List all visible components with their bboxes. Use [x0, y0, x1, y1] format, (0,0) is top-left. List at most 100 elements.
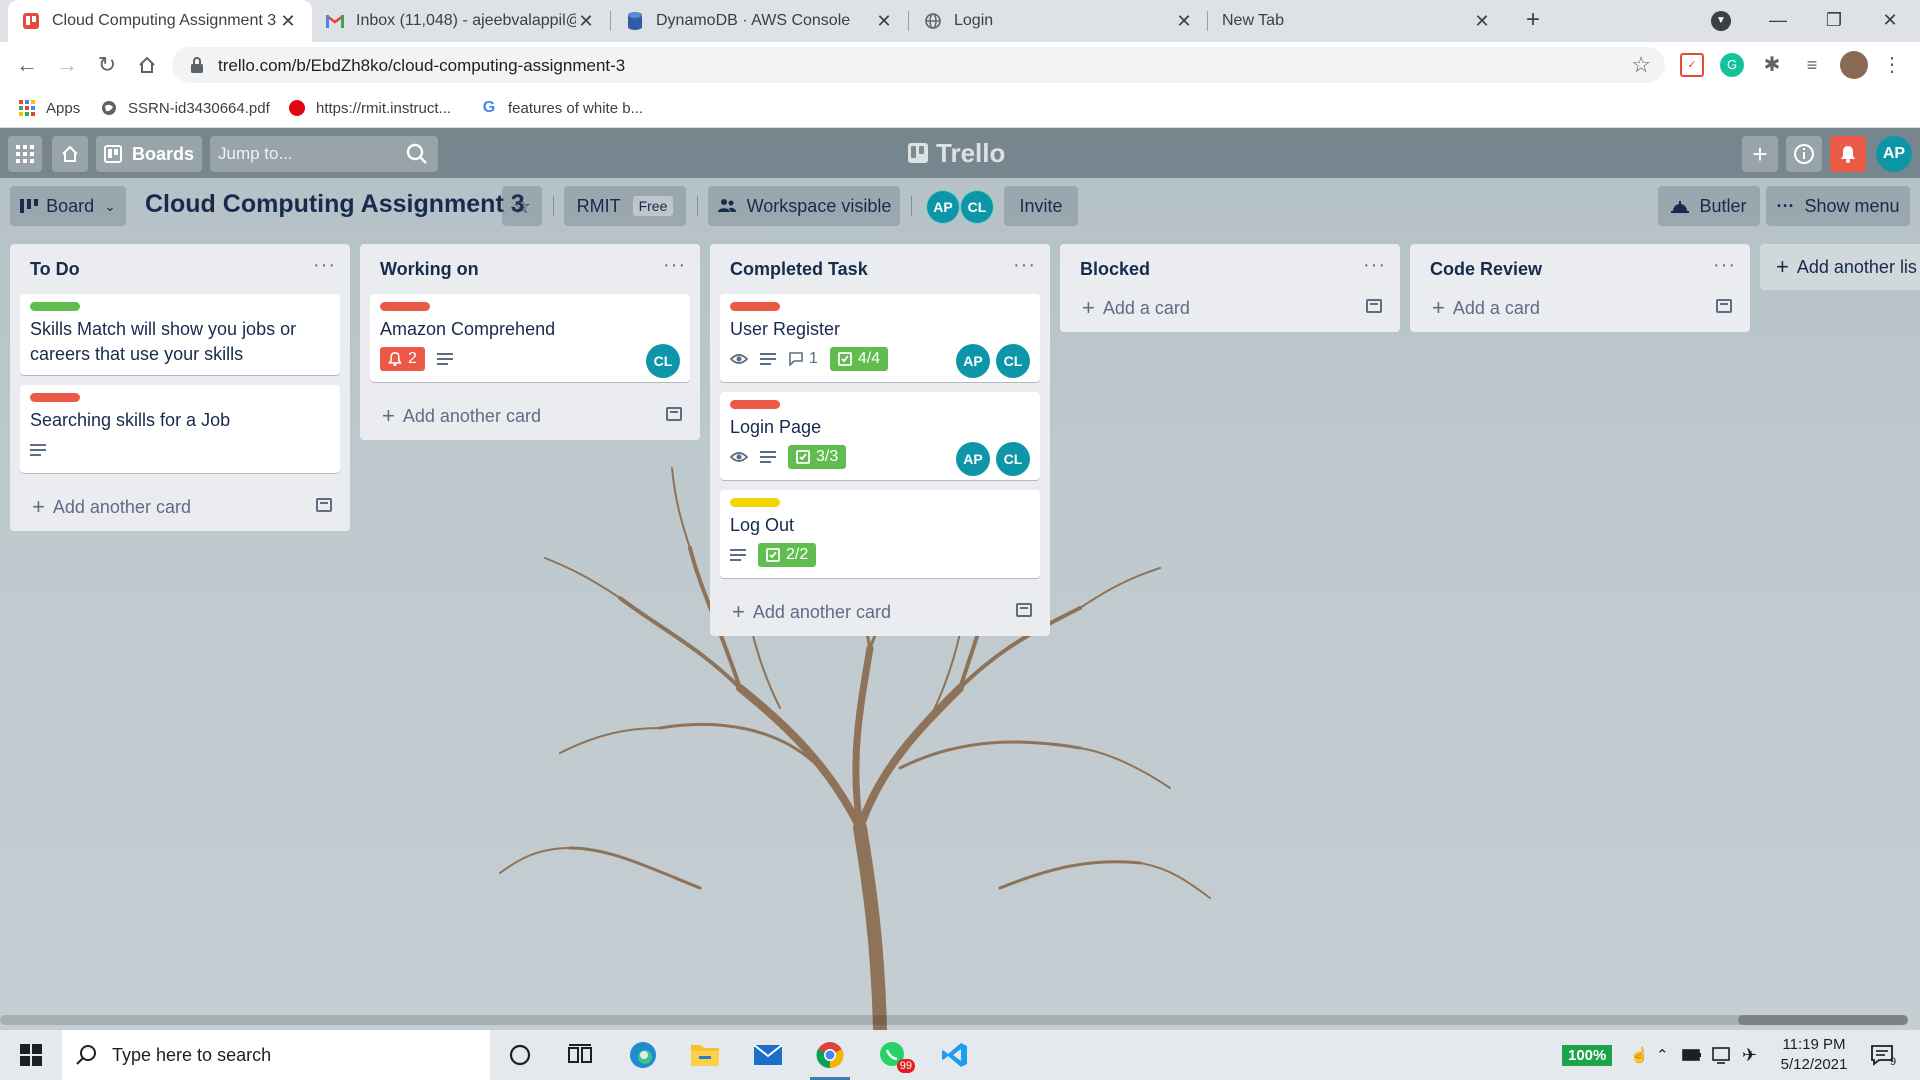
reload-icon[interactable]: ↻ — [91, 49, 123, 81]
visibility-button[interactable]: Workspace visible — [708, 186, 900, 226]
info-icon[interactable] — [1786, 136, 1822, 172]
card-template-icon[interactable] — [1716, 299, 1732, 313]
scrollbar-track[interactable] — [0, 1015, 1908, 1025]
tab-login[interactable]: Login ✕ — [910, 0, 1208, 42]
grammarly-extension-icon[interactable]: G — [1720, 53, 1744, 77]
add-list-button[interactable]: + Add another lis — [1760, 244, 1920, 290]
close-icon[interactable]: ✕ — [278, 11, 298, 32]
network-icon[interactable] — [1712, 1030, 1732, 1080]
card[interactable]: Log Out 2/2 — [720, 490, 1040, 578]
board-member-avatar[interactable]: CL — [960, 190, 994, 224]
profile-avatar[interactable] — [1840, 51, 1868, 79]
card-template-icon[interactable] — [316, 498, 332, 512]
chrome-taskbar-icon[interactable] — [806, 1035, 854, 1080]
butler-button[interactable]: Butler — [1658, 186, 1760, 226]
add-card-button[interactable]: + Add another card — [360, 392, 700, 440]
add-card-button[interactable]: + Add a card — [1060, 284, 1400, 332]
bookmark-ssrn[interactable]: SSRN-id3430664.pdf — [100, 94, 270, 122]
show-menu-button[interactable]: ··· Show menu — [1766, 186, 1910, 226]
mail-app-icon[interactable] — [744, 1035, 792, 1075]
forward-icon[interactable]: → — [51, 49, 83, 81]
notifications-bell-icon[interactable] — [1830, 136, 1866, 172]
close-icon[interactable]: ✕ — [1472, 11, 1492, 32]
system-clock[interactable]: 11:19 PM 5/12/2021 — [1766, 1035, 1862, 1075]
list-title[interactable]: Blocked — [1080, 259, 1150, 280]
add-card-button[interactable]: + Add a card — [1410, 284, 1750, 332]
card-member-avatar[interactable]: AP — [956, 344, 990, 378]
close-icon[interactable]: ✕ — [576, 11, 596, 32]
card[interactable]: Login Page 3/3 AP CL — [720, 392, 1040, 480]
edge-browser-icon[interactable] — [619, 1035, 667, 1075]
card[interactable]: Searching skills for a Job — [20, 385, 340, 473]
tab-search-icon[interactable]: ▼ — [1711, 11, 1731, 31]
list-menu-icon[interactable]: ··· — [1363, 254, 1386, 277]
card-member-avatar[interactable]: AP — [956, 442, 990, 476]
workspace-button[interactable]: RMIT Free — [564, 186, 686, 226]
new-tab-button[interactable]: + — [1519, 6, 1547, 34]
user-avatar[interactable]: AP — [1876, 136, 1912, 172]
board-horizontal-scrollbar[interactable] — [0, 1010, 1920, 1028]
list-menu-icon[interactable]: ··· — [1713, 254, 1736, 277]
card-template-icon[interactable] — [1016, 603, 1032, 617]
list-menu-icon[interactable]: ··· — [663, 254, 686, 277]
taskbar-search-input[interactable] — [112, 1044, 442, 1066]
card-label-yellow[interactable] — [730, 498, 780, 507]
extensions-puzzle-icon[interactable]: ✱ — [1760, 53, 1784, 77]
list-title[interactable]: To Do — [30, 259, 80, 280]
tab-new-tab[interactable]: New Tab ✕ — [1208, 0, 1506, 42]
card-label-green[interactable] — [30, 302, 80, 311]
add-card-button[interactable]: + Add another card — [10, 483, 350, 531]
app-switcher-icon[interactable] — [8, 136, 42, 172]
card-label-red[interactable] — [730, 400, 780, 409]
whatsapp-icon[interactable]: 99 — [869, 1035, 917, 1075]
card-label-red[interactable] — [730, 302, 780, 311]
list-title[interactable]: Code Review — [1430, 259, 1542, 280]
windows-start-icon[interactable] — [7, 1035, 55, 1075]
list-title[interactable]: Working on — [380, 259, 479, 280]
touch-icon[interactable]: ☝ — [1630, 1030, 1649, 1080]
chevron-up-icon[interactable]: ⌃ — [1656, 1030, 1669, 1080]
zoom-indicator[interactable]: 100% — [1562, 1030, 1613, 1080]
tab-gmail[interactable]: Inbox (11,048) - ajeebvalappil@g ✕ — [312, 0, 610, 42]
battery-icon[interactable] — [1682, 1030, 1702, 1080]
action-center-icon[interactable]: 9 — [1870, 1030, 1896, 1080]
bookmark-star-icon[interactable]: ☆ — [1631, 52, 1651, 78]
task-view-icon[interactable] — [556, 1035, 604, 1075]
media-control-icon[interactable]: ≡ — [1800, 53, 1824, 77]
close-icon[interactable]: ✕ — [1174, 11, 1194, 32]
card-label-red[interactable] — [380, 302, 430, 311]
bookmark-google-search[interactable]: G features of white b... — [480, 94, 643, 122]
pocket-extension-icon[interactable]: ✓ — [1680, 53, 1704, 77]
due-badge[interactable]: 2 — [380, 347, 425, 371]
tab-trello[interactable]: Cloud Computing Assignment 3 | ✕ — [8, 0, 312, 42]
card-label-red[interactable] — [30, 393, 80, 402]
star-board-icon[interactable]: ☆ — [502, 186, 542, 226]
window-close-icon[interactable]: ✕ — [1870, 4, 1910, 36]
close-icon[interactable]: ✕ — [874, 11, 894, 32]
chrome-menu-icon[interactable]: ⋮ — [1880, 53, 1904, 77]
minimize-icon[interactable]: — — [1758, 4, 1798, 36]
card-member-avatar[interactable]: CL — [996, 442, 1030, 476]
file-explorer-icon[interactable] — [681, 1035, 729, 1075]
card-member-avatar[interactable]: CL — [996, 344, 1030, 378]
back-icon[interactable]: ← — [11, 49, 43, 81]
board-view-switcher[interactable]: Board ⌄ — [10, 186, 126, 226]
airplane-mode-icon[interactable]: ✈ — [1742, 1030, 1757, 1080]
card-template-icon[interactable] — [1366, 299, 1382, 313]
list-title[interactable]: Completed Task — [730, 259, 868, 280]
card[interactable]: Skills Match will show you jobs or caree… — [20, 294, 340, 375]
restore-icon[interactable]: ❐ — [1814, 4, 1854, 36]
address-bar[interactable]: trello.com/b/EbdZh8ko/cloud-computing-as… — [172, 47, 1665, 83]
bookmark-rmit-canvas[interactable]: https://rmit.instruct... — [288, 94, 451, 122]
scrollbar-thumb[interactable] — [1738, 1015, 1908, 1025]
search-icon[interactable] — [406, 143, 428, 165]
add-card-button[interactable]: + Add another card — [710, 588, 1050, 636]
jump-to-search[interactable] — [210, 136, 438, 172]
list-menu-icon[interactable]: ··· — [313, 254, 336, 277]
cortana-circle-icon[interactable] — [496, 1035, 544, 1075]
card-template-icon[interactable] — [666, 407, 682, 421]
taskbar-search[interactable] — [62, 1030, 490, 1080]
jump-to-input[interactable] — [218, 142, 398, 166]
card-member-avatar[interactable]: CL — [646, 344, 680, 378]
boards-button[interactable]: Boards — [96, 136, 202, 172]
